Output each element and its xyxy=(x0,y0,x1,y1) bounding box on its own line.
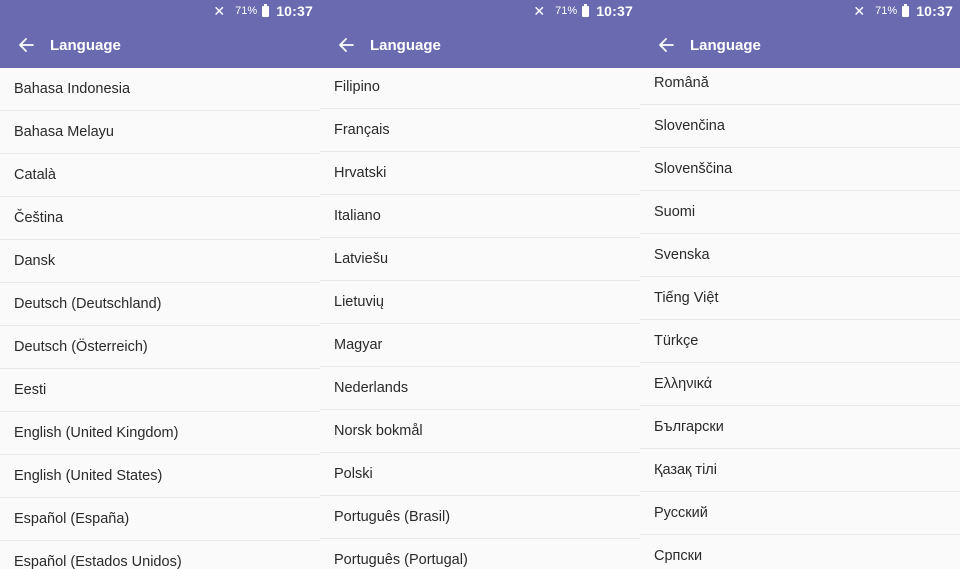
arrow-back-icon xyxy=(339,38,354,52)
language-item[interactable]: Nederlands xyxy=(320,367,640,410)
app-bar: ✕ 71% 10:37 Language xyxy=(320,0,640,68)
language-item[interactable]: Suomi xyxy=(640,191,960,234)
status-bar: ✕ 71% 10:37 xyxy=(213,3,313,19)
language-item[interactable]: Bahasa Indonesia xyxy=(0,68,320,111)
language-item[interactable]: Español (España) xyxy=(0,498,320,541)
app-bar: ✕ 71% 10:37 Language xyxy=(640,0,960,68)
language-item[interactable]: Svenska xyxy=(640,234,960,277)
language-item[interactable]: Eesti xyxy=(0,369,320,412)
language-item[interactable]: Português (Portugal) xyxy=(320,539,640,569)
language-screen-2: ✕ 71% 10:37 Language Filipino Français H… xyxy=(320,0,640,569)
battery-percent: 71% xyxy=(875,5,898,17)
language-item[interactable]: Català xyxy=(0,154,320,197)
page-title: Language xyxy=(370,36,441,54)
battery-percent: 71% xyxy=(235,5,258,17)
language-item[interactable]: Deutsch (Österreich) xyxy=(0,326,320,369)
arrow-back-icon xyxy=(659,38,674,52)
language-item[interactable]: Norsk bokmål xyxy=(320,410,640,453)
toolbar: Language xyxy=(640,30,960,60)
language-item[interactable]: Filipino xyxy=(320,68,640,109)
app-bar: ✕ 71% 10:37 Language xyxy=(0,0,320,68)
language-item[interactable]: Čeština xyxy=(0,197,320,240)
arrow-back-icon xyxy=(19,38,34,52)
language-item[interactable]: Slovenčina xyxy=(640,105,960,148)
language-screen-1: ✕ 71% 10:37 Language Bahasa Indonesia Ba… xyxy=(0,0,320,569)
language-item[interactable]: English (United Kingdom) xyxy=(0,412,320,455)
back-button[interactable] xyxy=(651,30,681,60)
clock: 10:37 xyxy=(276,3,313,19)
language-item[interactable]: Српски xyxy=(640,535,960,569)
language-item[interactable]: English (United States) xyxy=(0,455,320,498)
status-bar: ✕ 71% 10:37 xyxy=(533,3,633,19)
language-item[interactable]: Latviešu xyxy=(320,238,640,281)
toolbar: Language xyxy=(320,30,640,60)
page-title: Language xyxy=(50,36,121,54)
page-title: Language xyxy=(690,36,761,54)
language-item[interactable]: Deutsch (Deutschland) xyxy=(0,283,320,326)
language-item[interactable]: Dansk xyxy=(0,240,320,283)
battery-percent: 71% xyxy=(555,5,578,17)
screens-container: ✕ 71% 10:37 Language Bahasa Indonesia Ba… xyxy=(0,0,960,569)
language-item[interactable]: Slovenščina xyxy=(640,148,960,191)
no-signal-icon: ✕ xyxy=(213,3,226,19)
language-item[interactable]: Español (Estados Unidos) xyxy=(0,541,320,569)
no-signal-icon: ✕ xyxy=(533,3,546,19)
clock: 10:37 xyxy=(596,3,633,19)
language-item[interactable]: Türkçe xyxy=(640,320,960,363)
clock: 10:37 xyxy=(916,3,953,19)
status-bar: ✕ 71% 10:37 xyxy=(853,3,953,19)
battery-icon xyxy=(902,3,910,17)
language-item[interactable]: Bahasa Melayu xyxy=(0,111,320,154)
battery-icon xyxy=(582,3,590,17)
language-item[interactable]: Polski xyxy=(320,453,640,496)
language-list[interactable]: Română Slovenčina Slovenščina Suomi Sven… xyxy=(640,68,960,569)
back-button[interactable] xyxy=(331,30,361,60)
language-item[interactable]: Tiếng Việt xyxy=(640,277,960,320)
language-list[interactable]: Bahasa Indonesia Bahasa Melayu Català Če… xyxy=(0,68,320,569)
back-button[interactable] xyxy=(11,30,41,60)
language-item[interactable]: Қазақ тілі xyxy=(640,449,960,492)
language-item[interactable]: Български xyxy=(640,406,960,449)
language-item[interactable]: Français xyxy=(320,109,640,152)
toolbar: Language xyxy=(0,30,320,60)
battery-icon xyxy=(262,3,270,17)
language-item[interactable]: Română xyxy=(640,68,960,105)
language-item[interactable]: Lietuvių xyxy=(320,281,640,324)
language-item[interactable]: Hrvatski xyxy=(320,152,640,195)
no-signal-icon: ✕ xyxy=(853,3,866,19)
language-item[interactable]: Magyar xyxy=(320,324,640,367)
language-item[interactable]: Italiano xyxy=(320,195,640,238)
language-item[interactable]: Português (Brasil) xyxy=(320,496,640,539)
language-screen-3: ✕ 71% 10:37 Language Română Slovenčina S… xyxy=(640,0,960,569)
language-list[interactable]: Filipino Français Hrvatski Italiano Latv… xyxy=(320,68,640,569)
language-item[interactable]: Ελληνικά xyxy=(640,363,960,406)
language-item[interactable]: Русский xyxy=(640,492,960,535)
